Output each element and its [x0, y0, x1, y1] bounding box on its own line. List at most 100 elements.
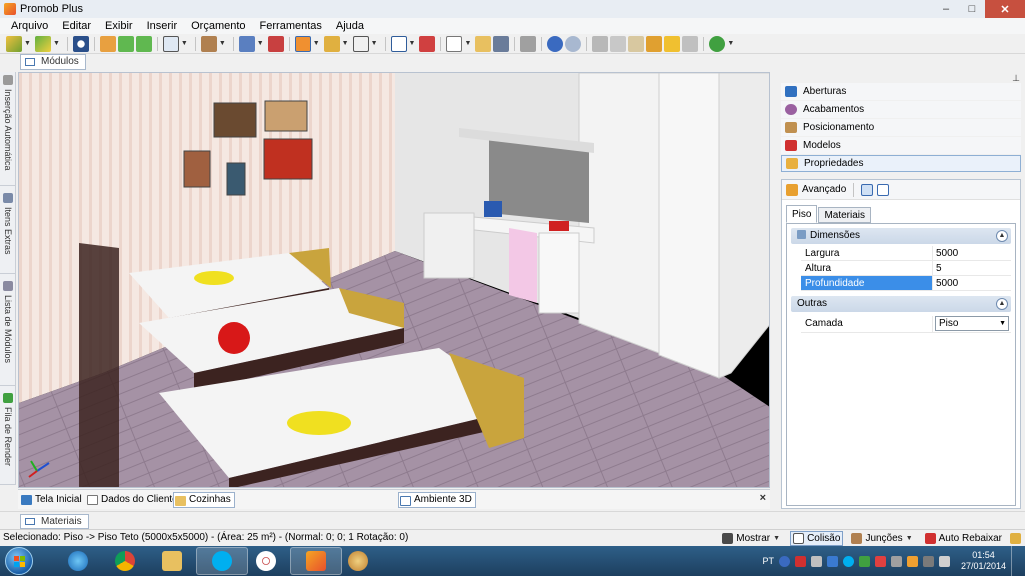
close-tab-icon[interactable]: ×: [760, 492, 766, 504]
mostrar-button[interactable]: Mostrar ▼: [720, 531, 784, 546]
taskbar-app[interactable]: [240, 547, 292, 575]
open-folder-icon[interactable]: [475, 35, 492, 52]
rail-insercao-automatica[interactable]: Inserção Automática: [0, 72, 16, 186]
prop-row-camada[interactable]: Camada Piso ▼: [801, 316, 1011, 333]
hand-icon[interactable]: [99, 35, 116, 52]
prop-row-profundidade[interactable]: Profundidade 5000: [801, 276, 1011, 291]
skype-tray-icon[interactable]: [842, 555, 854, 567]
tray-icon[interactable]: [906, 555, 918, 567]
close-button[interactable]: ✕: [985, 0, 1025, 18]
rail-lista-modulos[interactable]: Lista de Módulos: [0, 278, 16, 386]
tab-piso[interactable]: Piso: [786, 205, 818, 223]
menu-ajuda[interactable]: Ajuda: [329, 20, 371, 32]
pointer-icon[interactable]: [390, 35, 407, 52]
shape-icon[interactable]: [352, 35, 369, 52]
panel-item-propriedades[interactable]: Propriedades: [781, 155, 1021, 172]
tray-icon[interactable]: [858, 555, 870, 567]
view-eye-icon[interactable]: [72, 35, 89, 52]
measure-icon[interactable]: [267, 35, 284, 52]
prop-value[interactable]: 5000: [933, 246, 1011, 260]
rail-fila-render[interactable]: Fila de Render: [0, 390, 16, 485]
taskbar-explorer[interactable]: [146, 547, 198, 575]
cut-icon[interactable]: [592, 35, 609, 52]
taskbar-chrome[interactable]: [99, 547, 151, 575]
dropdown-arrow-icon[interactable]: ▼: [409, 40, 416, 47]
panel-item-modelos[interactable]: Modelos: [781, 137, 1021, 154]
print-icon[interactable]: [520, 35, 537, 52]
dropdown-arrow-icon[interactable]: ▼: [313, 40, 320, 47]
eye-icon[interactable]: [34, 35, 51, 52]
minimize-button[interactable]: –: [933, 0, 959, 18]
redo-icon[interactable]: [565, 35, 582, 52]
dropdown-arrow-icon[interactable]: ▼: [371, 40, 378, 47]
auto-rebaixar-button[interactable]: Auto Rebaixar: [923, 531, 1004, 546]
language-indicator[interactable]: PT: [762, 556, 774, 566]
new-file-icon[interactable]: [446, 35, 463, 52]
tray-icon[interactable]: [890, 555, 902, 567]
menu-exibir[interactable]: Exibir: [98, 20, 140, 32]
wand-icon[interactable]: [6, 35, 22, 52]
tools-icon[interactable]: [1010, 533, 1021, 544]
camada-select[interactable]: Piso ▼: [935, 316, 1009, 331]
prop-value[interactable]: 5000: [933, 276, 1011, 290]
box-icon[interactable]: [200, 35, 217, 52]
dropdown-arrow-icon[interactable]: ▼: [53, 40, 60, 47]
tab-materiais-panel[interactable]: Materiais: [20, 514, 89, 529]
render-icon[interactable]: [294, 35, 311, 52]
taskbar-paint[interactable]: [332, 547, 384, 575]
panel-item-posicionamento[interactable]: Posicionamento: [781, 119, 1021, 136]
collapse-icon[interactable]: ▲: [996, 230, 1008, 242]
copy-icon[interactable]: [610, 35, 627, 52]
list-view-icon[interactable]: [877, 183, 890, 196]
dropdown-arrow-icon[interactable]: ▼: [727, 40, 734, 47]
menu-arquivo[interactable]: Arquivo: [4, 20, 55, 32]
rail-itens-extras[interactable]: Itens Extras: [0, 190, 16, 274]
delete-icon[interactable]: [682, 35, 699, 52]
dropdown-arrow-icon[interactable]: ▼: [181, 40, 188, 47]
arrow-right-icon[interactable]: [135, 35, 152, 52]
maximize-button[interactable]: □: [959, 0, 985, 18]
menu-editar[interactable]: Editar: [55, 20, 98, 32]
juncoes-button[interactable]: Junções ▼: [849, 531, 916, 546]
prop-row-largura[interactable]: Largura 5000: [801, 246, 1011, 261]
prop-row-altura[interactable]: Altura 5: [801, 261, 1011, 276]
undo-icon[interactable]: [547, 35, 564, 52]
show-desktop-button[interactable]: [1011, 546, 1021, 576]
menu-ferramentas[interactable]: Ferramentas: [253, 20, 329, 32]
tab-modulos[interactable]: Módulos: [20, 54, 86, 70]
tab-tela-inicial[interactable]: Tela Inicial: [20, 492, 85, 508]
bluetooth-icon[interactable]: [826, 555, 838, 567]
tray-icon[interactable]: [874, 555, 886, 567]
dropdown-arrow-icon[interactable]: ▼: [342, 40, 349, 47]
help-icon[interactable]: [778, 555, 790, 567]
align-icon[interactable]: [323, 35, 340, 52]
dropdown-arrow-icon[interactable]: ▼: [219, 40, 226, 47]
camera-view-icon[interactable]: [162, 35, 179, 52]
group-outras[interactable]: Outras ▲: [791, 296, 1011, 312]
dropdown-arrow-icon[interactable]: ▼: [464, 40, 471, 47]
3d-viewport[interactable]: [18, 72, 770, 488]
prop-value[interactable]: 5: [933, 261, 1011, 275]
brush-icon[interactable]: [646, 35, 663, 52]
save-icon[interactable]: [493, 35, 510, 52]
group-dimensoes[interactable]: Dimensões ▲: [791, 228, 1011, 244]
tab-cozinhas[interactable]: Cozinhas: [173, 492, 235, 508]
category-view-icon[interactable]: [861, 183, 874, 196]
hammer-icon[interactable]: [664, 35, 681, 52]
paste-icon[interactable]: [628, 35, 645, 52]
tab-dados-cliente[interactable]: Dados do Cliente: [86, 492, 181, 508]
panel-item-aberturas[interactable]: Aberturas: [781, 83, 1021, 100]
dropdown-arrow-icon[interactable]: ▼: [257, 40, 264, 47]
layers-icon[interactable]: [238, 35, 255, 52]
volume-icon[interactable]: [938, 555, 950, 567]
arrow-left-icon[interactable]: [117, 35, 134, 52]
dimension-icon[interactable]: [419, 35, 436, 52]
tab-materiais[interactable]: Materiais: [818, 207, 872, 223]
start-button[interactable]: [5, 547, 33, 575]
money-icon[interactable]: [709, 35, 726, 52]
menu-inserir[interactable]: Inserir: [140, 20, 185, 32]
menu-orcamento[interactable]: Orçamento: [184, 20, 252, 32]
taskbar-ie[interactable]: [52, 547, 104, 575]
collapse-icon[interactable]: ▲: [996, 298, 1008, 310]
network-signal-icon[interactable]: [922, 555, 934, 567]
